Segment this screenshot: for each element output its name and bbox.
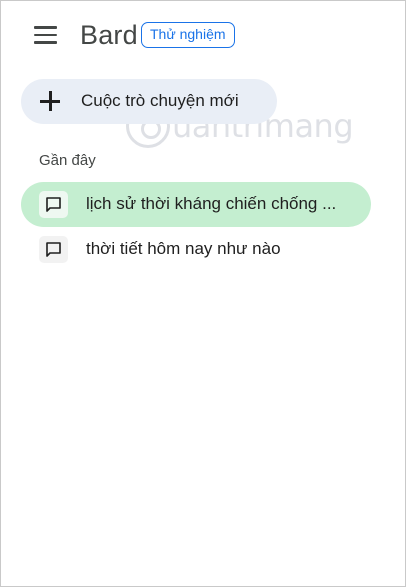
app-title: Bard — [80, 20, 138, 50]
new-chat-label: Cuộc trò chuyện mới — [81, 91, 239, 110]
hamburger-menu-icon-bar — [34, 41, 57, 44]
recent-section-title: Gần đây — [39, 152, 96, 169]
chat-bubble-icon — [39, 191, 68, 218]
hamburger-menu-icon — [34, 26, 57, 29]
recent-chat-label: lịch sử thời kháng chiến chống ... — [86, 194, 337, 213]
hamburger-menu-icon-bar — [34, 33, 57, 37]
recent-chat-item[interactable]: lịch sử thời kháng chiến chống ... — [21, 182, 371, 227]
recent-chat-item[interactable]: thời tiết hôm nay như nào — [21, 227, 371, 272]
plus-icon — [40, 91, 60, 111]
experiment-badge: Thử nghiệm — [141, 22, 235, 48]
header: Bard Thử nghiệm — [1, 1, 406, 67]
sidebar-panel: Bard Thử nghiệm uantrimang Cuộc trò chuy… — [0, 0, 406, 587]
recent-chat-label: thời tiết hôm nay như nào — [86, 239, 281, 258]
menu-button[interactable] — [27, 19, 65, 51]
chat-bubble-icon — [39, 236, 68, 263]
new-chat-button[interactable]: Cuộc trò chuyện mới — [21, 79, 277, 124]
